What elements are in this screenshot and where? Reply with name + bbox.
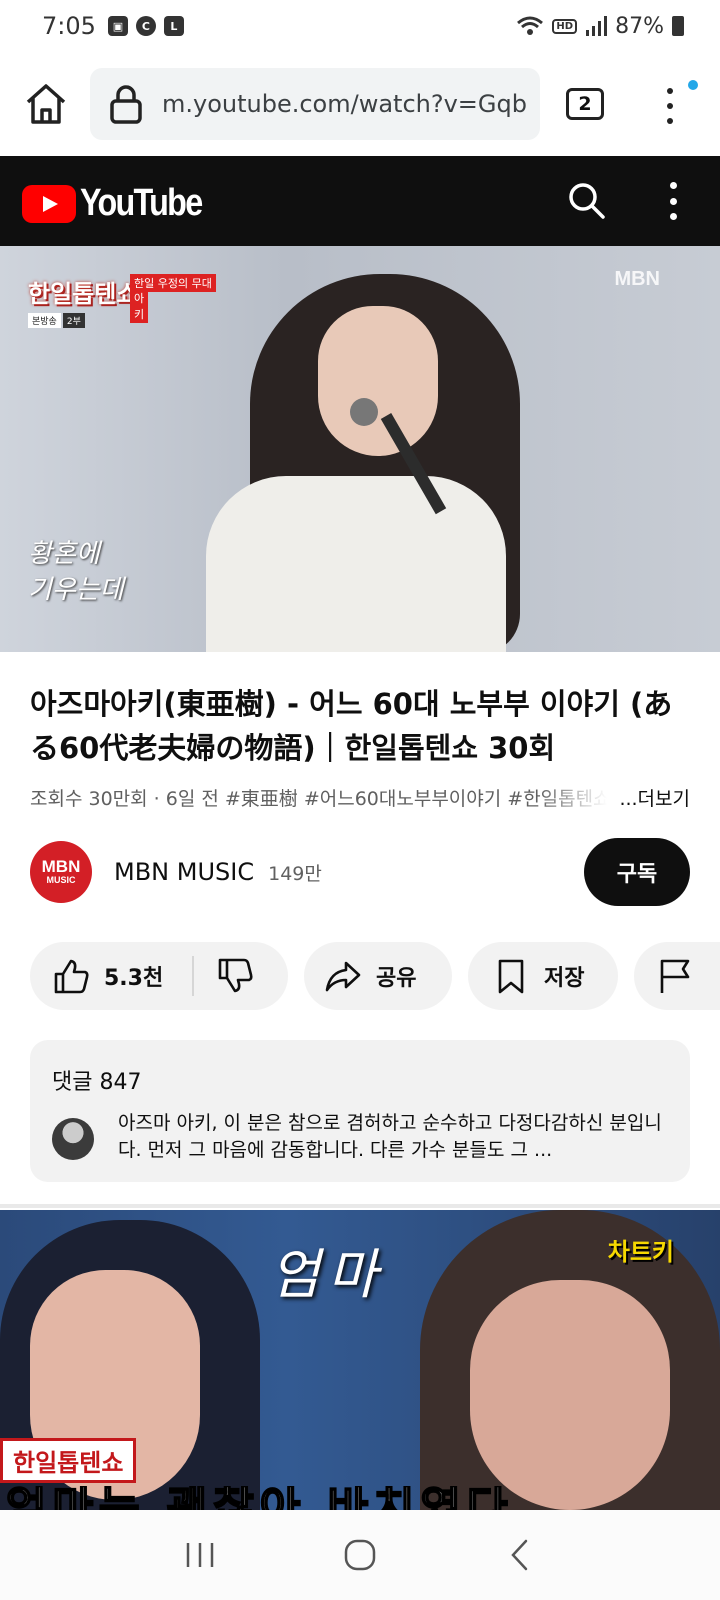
lock-icon[interactable]	[108, 84, 144, 124]
mbn-watermark: MBN	[614, 268, 660, 290]
status-time: 7:05	[42, 12, 96, 40]
youtube-header: YouTube	[0, 156, 720, 246]
comments-section[interactable]: 댓글 847 아즈마 아키, 이 분은 참으로 겸허하고 순수하고 다정다감하신…	[30, 1040, 690, 1182]
channel-name[interactable]: MBN MUSIC	[114, 858, 254, 886]
dislike-button[interactable]	[194, 957, 254, 995]
back-button[interactable]	[500, 1535, 540, 1575]
top-comment: 아즈마 아키, 이 분은 참으로 겸허하고 순수하고 다정다감하신 분입니다. …	[52, 1110, 668, 1164]
notification-icons: ▣ C L	[107, 16, 184, 36]
channel-row: MBN MUSIC MBN MUSIC 149만 구독	[30, 832, 690, 912]
more-options-button[interactable]	[666, 182, 680, 220]
share-arrow-icon	[325, 961, 361, 992]
save-button[interactable]: 저장	[468, 942, 618, 1010]
youtube-logo-text: YouTube	[80, 182, 203, 224]
status-bar: 7:05 ▣ C L HD 87%	[0, 0, 720, 52]
video-meta[interactable]: 조회수 30만회 · 6일 전 #東亜樹 #어느60대노부부이야기 #한일톱텐쇼…	[30, 784, 690, 811]
show-tag-name: 아키	[130, 289, 149, 323]
save-label: 저장	[544, 966, 585, 991]
image-icon: ▣	[107, 16, 128, 36]
update-badge	[688, 80, 698, 90]
thumbs-down-icon	[218, 958, 253, 993]
avatar-text-bottom: MUSIC	[46, 875, 76, 885]
share-button[interactable]: 공유	[304, 942, 452, 1010]
thumb-bottom-caption: 엄마는 괜찮아 바치였다	[0, 1486, 720, 1510]
commenter-avatar	[52, 1118, 94, 1160]
video-title[interactable]: 아즈마아키(東亜樹) - 어느 60대 노부부 이야기 (ある60代老夫婦の物語…	[30, 682, 690, 770]
bookmark-icon	[498, 959, 524, 994]
battery-icon	[672, 16, 684, 36]
menu-dot	[669, 197, 677, 205]
comments-header: 댓글 847	[52, 1070, 142, 1095]
singer-face	[318, 306, 438, 456]
subscribe-button[interactable]: 구독	[584, 838, 690, 906]
like-count: 5.3천	[104, 966, 164, 991]
thumb-corner-logo: 차트키	[607, 1238, 674, 1266]
video-caption: 황혼에 기우는데	[28, 536, 124, 608]
microphone-icon	[350, 398, 378, 426]
share-label: 공유	[376, 966, 417, 991]
home-circle-icon	[344, 1539, 376, 1571]
avatar-text-top: MBN	[41, 857, 81, 876]
singer-body	[206, 476, 506, 652]
recents-icon	[186, 1543, 214, 1567]
channel-avatar[interactable]: MBN MUSIC	[30, 841, 92, 903]
section-divider	[0, 1204, 720, 1208]
show-sub: 본방송 2부	[28, 313, 138, 328]
hd-icon: HD	[552, 18, 578, 34]
c-icon: C	[135, 16, 156, 36]
view-count-date: 조회수 30만회 · 6일 전 #東亜樹 #어느60대노부부이야기 #한일톱텐쇼	[30, 788, 608, 810]
report-button[interactable]	[634, 942, 720, 1010]
home-icon[interactable]	[24, 82, 68, 126]
signal-icon	[586, 16, 608, 36]
thumb-person-right-face	[470, 1280, 670, 1510]
menu-dot	[669, 213, 677, 220]
more-description-link[interactable]: ...더보기	[619, 784, 690, 811]
menu-dot	[667, 118, 673, 124]
show-badge: 한일톱텐쇼 한일 우정의 무대 아키 본방송 2부	[28, 274, 216, 328]
status-right: HD 87%	[516, 14, 684, 39]
action-row: 5.3천 공유 저장	[30, 942, 720, 1010]
menu-dot	[667, 88, 673, 94]
url-text[interactable]: m.youtube.com/watch?v=Gqb	[162, 90, 527, 118]
subscriber-count: 149만	[268, 862, 322, 885]
flag-icon	[660, 959, 690, 993]
comment-text: 아즈마 아키, 이 분은 참으로 겸허하고 순수하고 다정다감하신 분입니다. …	[118, 1112, 662, 1161]
home-button[interactable]	[340, 1535, 380, 1575]
caption-line: 황혼에	[28, 539, 100, 569]
system-nav-bar	[0, 1510, 720, 1600]
menu-dot	[669, 182, 677, 189]
youtube-logo[interactable]: YouTube	[22, 182, 223, 225]
tabs-button[interactable]: 2	[566, 88, 604, 120]
l-icon: L	[163, 16, 184, 36]
thumb-bottom-text: 엄마는 괜찮아 바치였다	[0, 1486, 720, 1510]
next-video-thumbnail[interactable]: 엄마 차트키 한일톱텐쇼 엄마는 괜찮아 바치였다	[0, 1210, 720, 1510]
recents-button[interactable]	[180, 1535, 220, 1575]
wifi-icon	[517, 16, 544, 35]
back-icon	[511, 1539, 528, 1571]
like-button[interactable]: 5.3천	[30, 956, 194, 996]
video-player[interactable]: 한일톱텐쇼 한일 우정의 무대 아키 본방송 2부 MBN 황혼에 기우는데	[0, 246, 720, 652]
thumb-show-badge: 한일톱텐쇼	[0, 1438, 137, 1483]
caption-line: 기우는데	[28, 575, 124, 605]
battery-percent: 87%	[615, 13, 664, 39]
search-icon[interactable]	[566, 180, 606, 220]
like-dislike-pill: 5.3천	[30, 942, 288, 1010]
show-sub-right: 2부	[62, 313, 85, 328]
play-logo-icon	[22, 184, 76, 223]
browser-toolbar: m.youtube.com/watch?v=Gqb 2	[0, 60, 720, 146]
menu-dot	[667, 103, 673, 109]
browser-menu-button[interactable]	[658, 86, 682, 126]
thumb-script-text: 엄마	[270, 1243, 386, 1306]
address-bar[interactable]: m.youtube.com/watch?v=Gqb	[90, 68, 540, 140]
show-sub-left: 본방송	[28, 313, 61, 328]
thumbs-up-icon	[54, 959, 89, 994]
show-title: 한일톱텐쇼	[28, 280, 139, 308]
